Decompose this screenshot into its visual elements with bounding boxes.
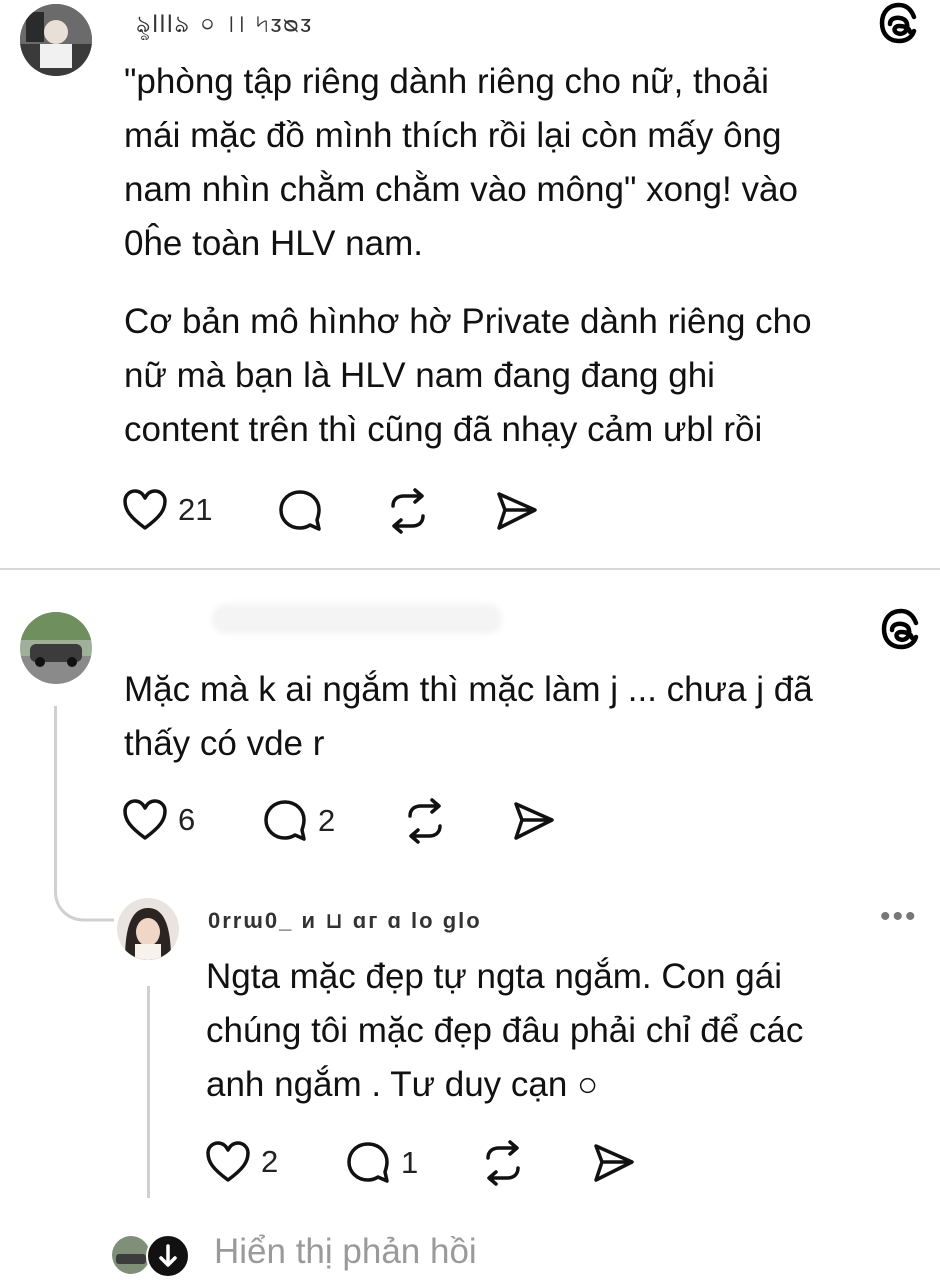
post-line: Ngta mặc đẹp tự ngta ngắm. Con gái — [206, 957, 782, 996]
post-line: anh ngắm . Tư duy cạn ○ — [206, 1065, 599, 1104]
comment-button[interactable] — [277, 488, 323, 534]
heart-icon — [123, 799, 167, 840]
heart-icon — [206, 1141, 250, 1182]
comment-button[interactable]: 1 — [345, 1140, 418, 1186]
like-count: 2 — [261, 1144, 279, 1179]
share-button[interactable] — [493, 488, 539, 534]
share-icon — [594, 1144, 634, 1182]
like-button[interactable]: 6 — [122, 798, 195, 842]
repost-icon — [391, 488, 425, 534]
heart-icon — [123, 489, 167, 530]
repost-button[interactable] — [385, 488, 431, 534]
repost-button[interactable] — [480, 1140, 526, 1186]
show-replies-label: Hiển thị phản hồi — [214, 1232, 477, 1271]
post-line: mái mặc đồ mình thích rồi lại còn mấy ôn… — [124, 116, 782, 155]
more-options-button[interactable]: ••• — [880, 900, 918, 934]
repost-icon — [486, 1140, 520, 1186]
like-count: 21 — [178, 492, 213, 527]
like-count: 6 — [178, 802, 196, 837]
post-line: nam nhìn chằm chằm vào mông" xong! vào — [124, 170, 798, 209]
share-icon — [514, 802, 554, 840]
avatar — [112, 1236, 150, 1274]
avatar[interactable] — [117, 898, 179, 960]
comment-icon — [347, 1142, 389, 1183]
show-replies-button[interactable]: Hiển thị phản hồi — [112, 1232, 532, 1278]
blurred-username — [212, 604, 502, 634]
divider — [0, 568, 940, 570]
share-button[interactable] — [510, 798, 556, 844]
comment-icon — [279, 490, 321, 531]
thread-line — [147, 986, 150, 1198]
avatar[interactable] — [20, 4, 92, 76]
post-line: 0ĥe toàn HLV nam. — [124, 224, 423, 263]
post-line: Cơ bản mô hìnhơ hờ Private dành riêng ch… — [124, 302, 812, 341]
post-body-2: Cơ bản mô hìnhơ hờ Private dành riêng ch… — [124, 295, 812, 457]
threads-logo-icon[interactable] — [878, 606, 924, 652]
thread-line — [54, 706, 57, 886]
post-line: content trên thì cũng đã nhạy cảm ưbl rồ… — [124, 410, 763, 449]
threads-logo-icon[interactable] — [876, 0, 922, 46]
comment-icon — [264, 800, 306, 841]
comment-button[interactable]: 2 — [262, 798, 335, 844]
reply-count: 2 — [318, 803, 336, 838]
post-meta: 0rrɯ0_ ᴎ ⊔ ɑᴦ ɑ lo ɡlo — [208, 908, 482, 933]
post-line: "phòng tập riêng dành riêng cho nữ, thoả… — [124, 62, 769, 101]
arrow-down-icon — [146, 1234, 190, 1278]
thread-connector — [54, 880, 114, 922]
avatar[interactable] — [20, 612, 92, 684]
post-line: chúng tôi mặc đẹp đâu phải chỉ để các — [206, 1011, 804, 1050]
post-meta: ৡlllঌ ০ ।। ৸ᴣᴓᴣ — [136, 11, 314, 38]
like-button[interactable]: 2 — [205, 1140, 278, 1184]
repost-icon — [408, 798, 442, 844]
post-line: Mặc mà k ai ngắm thì mặc làm j ... chưa … — [124, 670, 813, 709]
share-icon — [497, 492, 537, 530]
post-line: thấy có vde r — [124, 724, 325, 763]
post-body: Ngta mặc đẹp tự ngta ngắm. Con gái chúng… — [206, 950, 803, 1112]
post-line: nữ mà bạn là HLV nam đang đang ghi — [124, 356, 715, 395]
post-body: Mặc mà k ai ngắm thì mặc làm j ... chưa … — [124, 663, 813, 771]
like-button[interactable]: 21 — [122, 488, 212, 532]
share-button[interactable] — [590, 1140, 636, 1186]
post-body: "phòng tập riêng dành riêng cho nữ, thoả… — [124, 55, 798, 271]
reply-count: 1 — [401, 1145, 419, 1180]
repost-button[interactable] — [402, 798, 448, 844]
